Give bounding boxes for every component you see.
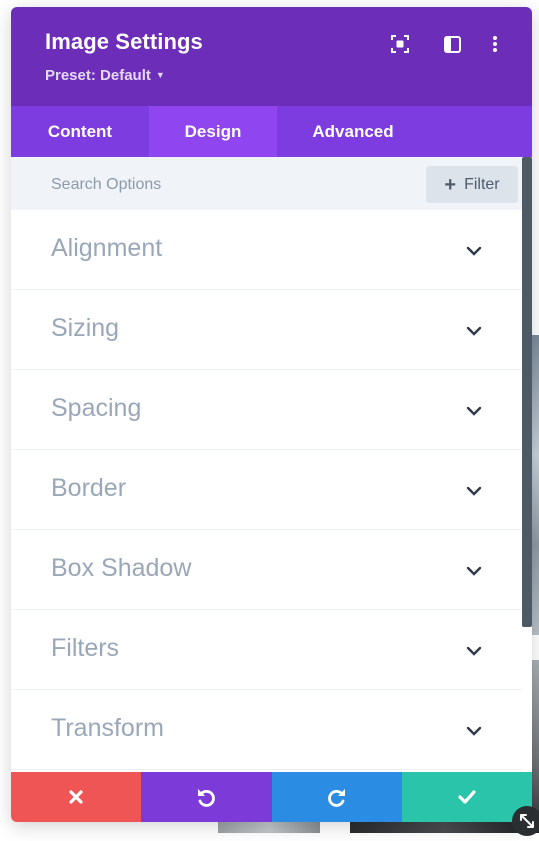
redo-icon	[327, 789, 345, 807]
tab-advanced[interactable]: Advanced	[277, 106, 429, 157]
resize-arrows-icon	[520, 814, 534, 828]
section-label: Filters	[51, 634, 120, 662]
background-photo-right	[532, 335, 539, 635]
section-box-shadow[interactable]: Box Shadow	[11, 530, 522, 610]
section-label: Box Shadow	[51, 554, 192, 582]
redo-button[interactable]	[271, 772, 402, 822]
section-border[interactable]: Border	[11, 450, 522, 530]
focus-icon[interactable]	[389, 33, 411, 55]
section-filters[interactable]: Filters	[11, 610, 522, 690]
section-label: Alignment	[51, 234, 163, 262]
more-options-icon[interactable]	[484, 33, 506, 55]
filter-label: Filter	[464, 175, 500, 193]
cancel-button[interactable]	[11, 772, 142, 822]
section-label: Border	[51, 474, 127, 502]
background-photo-bottom-right	[350, 822, 539, 833]
sidebar-layout-icon[interactable]	[441, 33, 463, 55]
chevron-down-icon	[466, 406, 482, 416]
scrollbar[interactable]	[522, 157, 532, 627]
checkmark-icon	[458, 790, 476, 804]
tab-bar: Content Design Advanced	[11, 106, 532, 157]
tab-content[interactable]: Content	[11, 106, 149, 157]
section-transform[interactable]: Transform	[11, 690, 522, 770]
resize-handle[interactable]	[512, 806, 539, 836]
image-settings-modal: Image Settings Preset: Default ▼ Content…	[11, 7, 532, 822]
close-icon	[69, 790, 83, 804]
modal-footer	[11, 772, 532, 822]
filter-button[interactable]: + Filter	[426, 166, 518, 203]
chevron-down-icon	[466, 726, 482, 736]
undo-icon	[198, 789, 216, 807]
section-label: Spacing	[51, 394, 142, 422]
modal-header: Image Settings Preset: Default ▼	[11, 7, 532, 106]
undo-button[interactable]	[141, 772, 272, 822]
preset-selector[interactable]: Preset: Default ▼	[45, 67, 165, 84]
section-label: Sizing	[51, 314, 120, 342]
section-sizing[interactable]: Sizing	[11, 290, 522, 370]
section-label: Transform	[51, 714, 164, 742]
preset-label: Preset: Default	[45, 67, 151, 84]
caret-down-icon: ▼	[155, 70, 165, 80]
chevron-down-icon	[466, 646, 482, 656]
search-input[interactable]	[31, 169, 433, 201]
chevron-down-icon	[466, 486, 482, 496]
chevron-down-icon	[466, 246, 482, 256]
chevron-down-icon	[466, 326, 482, 336]
chevron-down-icon	[466, 566, 482, 576]
design-sections-list: Alignment Sizing Spacing Border Box Shad…	[11, 210, 522, 770]
tab-design[interactable]: Design	[149, 106, 277, 157]
background-photo-bottom-left	[218, 822, 320, 833]
section-spacing[interactable]: Spacing	[11, 370, 522, 450]
modal-title: Image Settings	[45, 29, 203, 54]
plus-icon: +	[444, 173, 457, 196]
section-alignment[interactable]: Alignment	[11, 210, 522, 290]
search-bar: + Filter	[11, 157, 532, 210]
